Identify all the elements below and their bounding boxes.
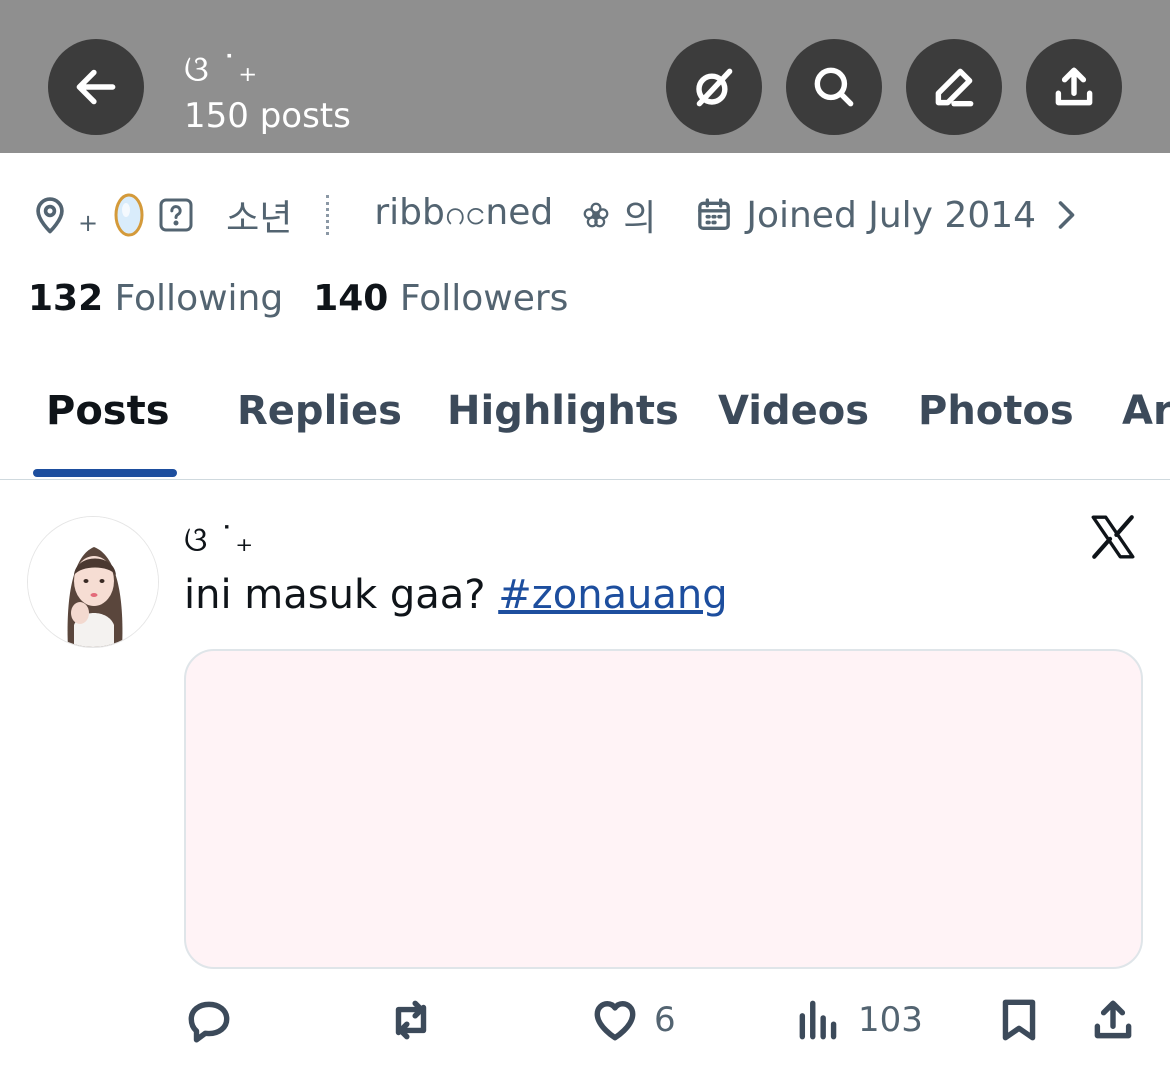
following-label: Following: [114, 278, 284, 319]
arrow-left-icon: [76, 69, 116, 105]
edit-icon: [935, 68, 974, 107]
share-button[interactable]: [1026, 39, 1122, 135]
mirror-icon: [114, 193, 144, 237]
avatar[interactable]: [27, 516, 159, 648]
profile-header: ଓ ˙₊ 150 posts: [0, 0, 1170, 153]
website-suffix: 의: [623, 198, 657, 239]
calendar-icon: [698, 198, 731, 230]
tab-photos[interactable]: Photos: [918, 388, 1074, 434]
tab-posts[interactable]: Posts: [46, 388, 170, 434]
back-button[interactable]: [48, 39, 144, 135]
followers-count: 140: [313, 278, 389, 319]
post-body: ini masuk gaa?: [184, 572, 499, 618]
like-button[interactable]: 6: [590, 994, 676, 1046]
joined-date: Joined July 2014: [746, 194, 1037, 236]
follow-counts: 132 Following 140 Followers: [28, 278, 568, 319]
search-icon: [814, 67, 854, 107]
tab-replies[interactable]: Replies: [237, 388, 402, 434]
views-icon: [799, 1000, 837, 1040]
tab-videos[interactable]: Videos: [718, 388, 869, 434]
location-plus: +: [78, 209, 99, 237]
separator: [326, 195, 330, 235]
post-hashtag[interactable]: #zonauang: [498, 572, 727, 618]
flower-icon: [583, 202, 609, 228]
grok-icon: [696, 68, 733, 107]
reply-icon: [188, 1001, 230, 1043]
followers-label: Followers: [399, 278, 569, 319]
chevron-right-icon[interactable]: [1050, 197, 1080, 233]
website-link[interactable]: ribbဂငned: [374, 188, 553, 242]
following-link[interactable]: 132 Following: [28, 278, 283, 319]
location-text: 소년: [226, 198, 293, 239]
tab-highlights[interactable]: Highlights: [447, 388, 679, 434]
active-tab-indicator: [33, 469, 177, 477]
post-share-button[interactable]: [1088, 994, 1138, 1046]
avatar-image: [28, 517, 158, 647]
like-count: 6: [654, 1000, 676, 1040]
x-logo-icon: [1091, 515, 1135, 559]
header-posts-count: 150 posts: [184, 96, 351, 136]
tab-articles[interactable]: Ar: [1122, 388, 1170, 434]
bookmark-icon: [1002, 999, 1036, 1041]
views-button[interactable]: 103: [794, 994, 923, 1046]
following-count: 132: [28, 278, 104, 319]
post-text: ini masuk gaa? #zonauang: [184, 572, 728, 618]
post-author-name[interactable]: ଓ ˙₊: [184, 520, 253, 560]
share-icon: [1055, 67, 1093, 106]
profile-tabs: Posts Replies Highlights Videos Photos A…: [0, 370, 1170, 480]
search-button[interactable]: [786, 39, 882, 135]
edit-button[interactable]: [906, 39, 1002, 135]
location-pin-icon: [36, 197, 64, 234]
profile-meta-row: + 소년 ribbဂငned 의 Joined July 2014: [28, 190, 1170, 240]
repost-button[interactable]: [386, 994, 436, 1046]
reply-button[interactable]: [184, 994, 234, 1046]
post-media[interactable]: [184, 649, 1143, 969]
retweet-icon: [395, 1000, 427, 1040]
heart-icon: [594, 1001, 636, 1041]
followers-link[interactable]: 140 Followers: [313, 278, 568, 319]
views-count: 103: [858, 1000, 923, 1040]
share-icon: [1094, 1000, 1132, 1039]
grok-button[interactable]: [666, 39, 762, 135]
header-display-name: ଓ ˙₊: [184, 49, 258, 90]
bookmark-button[interactable]: [994, 994, 1044, 1046]
question-icon: [159, 198, 193, 232]
